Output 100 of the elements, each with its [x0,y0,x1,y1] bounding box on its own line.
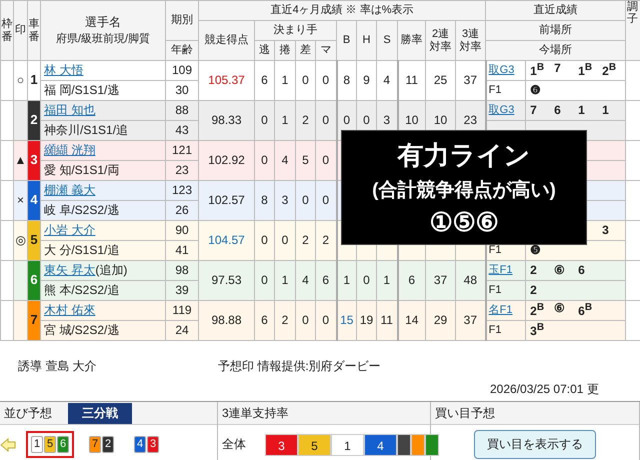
column-header: 競走得点 [204,34,248,46]
column-header: 直近4ヶ月成績 ※ 率は%表示 [270,4,414,16]
column-header: 選手名 [84,16,122,30]
race-score: 102.57 [208,192,245,207]
car-number: 5 [28,220,40,260]
rider-profile: 愛 知/S1S1/両 [44,162,120,177]
column-header: 期別 [171,14,193,26]
rate-value: 29 [434,312,448,327]
venue-grade: F1 [488,284,502,296]
result-place: ⑥ [554,264,566,278]
stat-value: 3 [383,112,390,127]
rate-value: 11 [406,72,418,87]
update-time: 2026/03/25 07:01 更 [490,382,599,396]
stat-value: 0 [282,232,288,247]
car-number: 1 [31,436,43,453]
result-place: ⑥ [554,302,566,318]
stat-value: 1 [282,72,288,87]
stat-value: 6 [261,312,268,327]
car-number: 6 [57,436,69,453]
panel-title: 3連単支持率 [222,404,289,422]
support-segment: 3 [265,434,298,456]
arrow-icon [0,438,16,452]
rider-name-link[interactable]: 東矢 昇太 [44,262,96,277]
stat-value: 2 [302,232,309,247]
column-header: 直近成績 [534,4,578,16]
prediction-mark: × [16,192,24,207]
support-segment: 5 [298,434,331,456]
rate-value: 10 [434,112,448,127]
stat-value: 0 [261,112,268,127]
result-place: 3$^{B}$ [530,322,546,339]
race-score: 102.92 [208,152,245,167]
rider-profile: 神奈川/S1S1/追 [44,122,128,137]
rate-value: 6 [408,272,416,287]
stat-value: 5 [302,152,309,167]
stat-value: 8 [343,72,350,87]
race-score: 104.57 [208,232,245,247]
car-number: 6 [28,260,40,300]
stat-value: 15 [340,312,354,327]
rate-value: 37 [464,312,477,327]
rider-age: 39 [175,282,189,297]
banner-title: 有力ライン [398,138,530,172]
venue-grade: F1 [488,84,502,96]
support-segment: 1 [331,434,364,456]
race-score: 105.37 [208,72,245,87]
column-header: 勝率 [400,34,424,47]
prediction-mark: ○ [16,72,24,87]
column-header: S [383,34,391,46]
rider-age: 26 [175,202,189,217]
rider-age: 30 [175,82,189,97]
stat-value: 9 [363,72,370,87]
row-label: 全体 [221,436,247,453]
show-bets-button[interactable]: 買い目を表示する [474,430,596,459]
stat-value: 4 [383,72,390,87]
stat-value: 8 [261,192,268,207]
stat-value: 0 [261,232,268,247]
term-number: 121 [172,142,192,157]
term-number: 90 [175,222,189,237]
rate-value: 37 [464,72,477,87]
result-place: 2$^{B}$ [602,62,618,79]
car-number: 4 [28,180,40,220]
stat-value: 0 [322,112,330,127]
column-header: 調子 [627,1,638,26]
stat-value: 0 [261,152,268,167]
car-number: 3 [147,436,159,453]
panel-title: 並び予想 [4,404,52,422]
stat-value: 0 [322,192,330,207]
term-number: 109 [172,62,192,77]
stat-value: 0 [322,152,330,167]
prediction-mark: ▲ [14,152,26,167]
result-place: 7 [554,62,562,78]
stat-value: 2 [302,112,309,127]
rider-profile: 岐 阜/S2S2/逃 [44,202,120,217]
column-header: 印 [15,24,26,36]
column-header: マ [320,44,332,56]
column-header: 捲 [280,44,290,56]
rider-age: 41 [175,242,189,257]
stat-value: 11 [380,312,393,327]
column-header: B [342,34,350,46]
column-header: 今場所 [539,44,572,56]
term-number: 88 [175,102,189,117]
stat-value: 1 [282,272,288,287]
column-header: 枠番 [2,18,12,43]
result-place: 6 [578,264,586,278]
column-header: 年齢 [171,44,193,56]
rider-age: 24 [175,322,189,337]
car-number: 1 [28,60,40,100]
stat-value: 2 [322,232,330,247]
rider-profile: 宮 城/S2S2/逃 [44,322,120,337]
result-place: 3 [602,224,610,238]
stat-value: 0 [363,112,370,127]
prediction-credit: 予想印 情報提供:別府ダービー [218,358,381,375]
stat-value: 0 [363,272,370,287]
column-header: H [362,34,370,46]
column-header: 3連対率 [458,28,483,53]
stat-value: 0 [322,72,330,87]
stat-value: 1 [383,272,390,287]
rider-age: 43 [175,122,189,137]
race-score: 98.88 [211,312,242,327]
stat-value: 0 [343,112,350,127]
result-place: 2 [530,264,538,278]
